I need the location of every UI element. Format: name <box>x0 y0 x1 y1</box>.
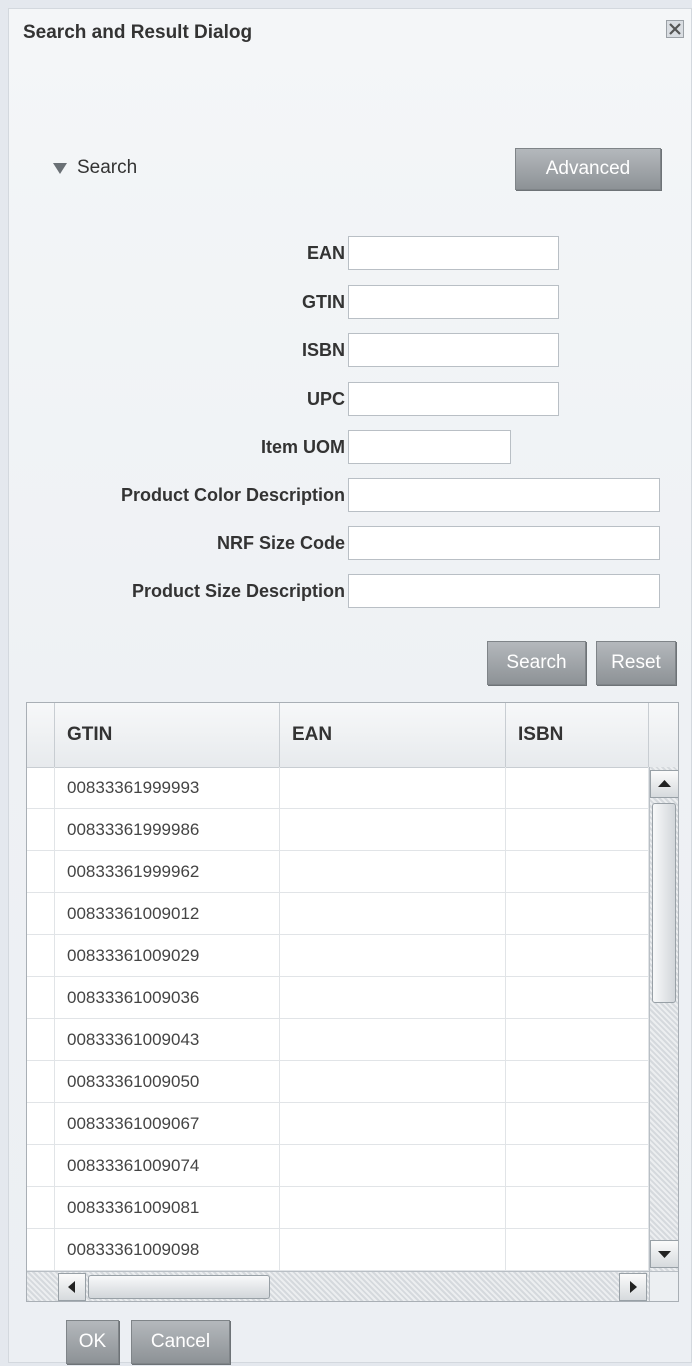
ean-cell <box>280 1019 506 1061</box>
horizontal-scroll-thumb[interactable] <box>88 1275 270 1299</box>
scrollbar-corner <box>649 1271 678 1301</box>
gtin-cell: 00833361999993 <box>55 767 280 809</box>
gtin-cell: 00833361009067 <box>55 1103 280 1145</box>
horizontal-scrollbar[interactable] <box>27 1271 649 1301</box>
ean-cell <box>280 767 506 809</box>
gtin-cell: 00833361009029 <box>55 935 280 977</box>
scroll-down-button[interactable] <box>650 1240 678 1268</box>
isbn-label: ISBN <box>301 340 345 360</box>
nrf-size-code-label: NRF Size Code <box>216 533 345 553</box>
gtin-label: GTIN <box>302 292 345 312</box>
gtin-cell: 00833361009074 <box>55 1145 280 1187</box>
scroll-right-button[interactable] <box>619 1273 647 1301</box>
product-color-description-label: Product Color Description <box>120 485 345 505</box>
nrf-size-code-field[interactable] <box>348 526 660 560</box>
search-section-toggle[interactable]: Search <box>53 157 137 179</box>
table-row[interactable]: 00833361009043 <box>27 1019 649 1061</box>
gtin-cell: 00833361009081 <box>55 1187 280 1229</box>
column-header-ean[interactable]: EAN <box>280 703 506 767</box>
table-row[interactable]: 00833361009050 <box>27 1061 649 1103</box>
vertical-scroll-thumb[interactable] <box>652 803 676 1003</box>
isbn-field[interactable] <box>348 333 559 367</box>
column-header-gtin[interactable]: GTIN <box>55 703 280 767</box>
ok-button[interactable]: OK <box>66 1320 119 1364</box>
gtin-cell: 00833361009036 <box>55 977 280 1019</box>
ean-cell <box>280 851 506 893</box>
gtin-cell: 00833361999986 <box>55 809 280 851</box>
search-result-dialog: Search and Result Dialog Search Advanced… <box>8 8 692 1364</box>
upc-label: UPC <box>306 389 345 409</box>
collapse-triangle-icon <box>53 162 67 174</box>
ean-field[interactable] <box>348 236 559 270</box>
table-row[interactable]: 00833361999993 <box>27 767 649 809</box>
down-arrow-icon <box>658 1251 671 1258</box>
table-row[interactable]: 00833361009036 <box>27 977 649 1019</box>
left-arrow-icon <box>68 1281 75 1293</box>
isbn-cell <box>506 1229 649 1271</box>
product-size-description-label: Product Size Description <box>131 581 345 601</box>
isbn-cell <box>506 1187 649 1229</box>
table-row[interactable]: 00833361999962 <box>27 851 649 893</box>
isbn-cell <box>506 1145 649 1187</box>
ean-cell <box>280 1187 506 1229</box>
gtin-field[interactable] <box>348 285 559 319</box>
grid-header: GTIN EAN ISBN <box>27 703 678 768</box>
isbn-cell <box>506 977 649 1019</box>
isbn-cell <box>506 809 649 851</box>
gtin-cell: 00833361009012 <box>55 893 280 935</box>
isbn-cell <box>506 767 649 809</box>
product-size-description-field[interactable] <box>348 574 660 608</box>
vertical-scrollbar[interactable] <box>649 767 678 1271</box>
close-icon <box>669 23 681 35</box>
item-uom-label: Item UOM <box>260 437 345 457</box>
cancel-button[interactable]: Cancel <box>131 1320 230 1364</box>
table-row[interactable]: 00833361009067 <box>27 1103 649 1145</box>
table-row[interactable]: 00833361009012 <box>27 893 649 935</box>
search-button[interactable]: Search <box>487 641 586 685</box>
results-grid: GTIN EAN ISBN 00833361999993 00833361999… <box>26 702 679 1302</box>
search-section-label: Search <box>77 157 138 178</box>
table-row[interactable]: 00833361009029 <box>27 935 649 977</box>
row-selector-header <box>27 703 55 767</box>
isbn-cell <box>506 935 649 977</box>
ean-cell <box>280 1145 506 1187</box>
close-button[interactable] <box>666 20 684 38</box>
up-arrow-icon <box>658 780 671 787</box>
upc-field[interactable] <box>348 382 559 416</box>
ean-cell <box>280 809 506 851</box>
scroll-up-button[interactable] <box>650 770 678 798</box>
ean-cell <box>280 935 506 977</box>
item-uom-field[interactable] <box>348 430 511 464</box>
scroll-left-button[interactable] <box>58 1273 86 1301</box>
table-row[interactable]: 00833361999986 <box>27 809 649 851</box>
ean-cell <box>280 1229 506 1271</box>
ean-cell <box>280 1061 506 1103</box>
table-row[interactable]: 00833361009081 <box>27 1187 649 1229</box>
reset-button[interactable]: Reset <box>596 641 676 685</box>
column-header-isbn[interactable]: ISBN <box>506 703 649 767</box>
dialog-title: Search and Result Dialog <box>23 22 253 43</box>
ean-label: EAN <box>306 243 345 263</box>
isbn-cell <box>506 1061 649 1103</box>
ean-cell <box>280 893 506 935</box>
table-row[interactable]: 00833361009074 <box>27 1145 649 1187</box>
gtin-cell: 00833361999962 <box>55 851 280 893</box>
isbn-cell <box>506 1103 649 1145</box>
gtin-cell: 00833361009043 <box>55 1019 280 1061</box>
isbn-cell <box>506 893 649 935</box>
grid-rows: 00833361999993 00833361999986 0083336199… <box>27 767 649 1271</box>
ean-cell <box>280 1103 506 1145</box>
advanced-button[interactable]: Advanced <box>515 148 661 190</box>
right-arrow-icon <box>630 1281 637 1293</box>
ean-cell <box>280 977 506 1019</box>
table-row[interactable]: 00833361009098 <box>27 1229 649 1271</box>
gtin-cell: 00833361009098 <box>55 1229 280 1271</box>
product-color-description-field[interactable] <box>348 478 660 512</box>
isbn-cell <box>506 851 649 893</box>
gtin-cell: 00833361009050 <box>55 1061 280 1103</box>
isbn-cell <box>506 1019 649 1061</box>
